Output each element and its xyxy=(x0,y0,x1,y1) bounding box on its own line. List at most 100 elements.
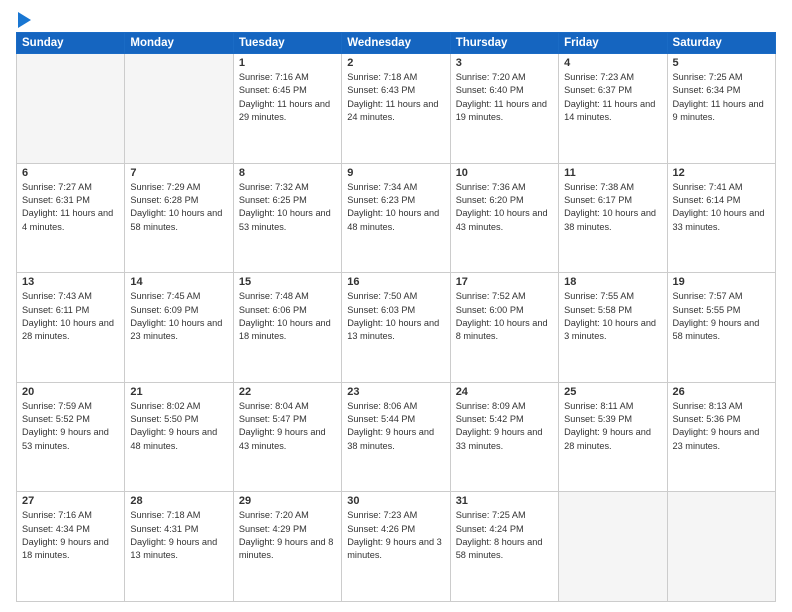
cell-info: Sunrise: 7:57 AM Sunset: 5:55 PM Dayligh… xyxy=(673,290,770,343)
cell-info: Sunrise: 7:50 AM Sunset: 6:03 PM Dayligh… xyxy=(347,290,444,343)
day-number: 30 xyxy=(347,495,444,507)
calendar-cell: 11 Sunrise: 7:38 AM Sunset: 6:17 PM Dayli… xyxy=(559,163,667,273)
day-header-wednesday: Wednesday xyxy=(342,33,450,54)
day-header-tuesday: Tuesday xyxy=(233,33,341,54)
calendar-cell xyxy=(667,492,775,602)
day-number: 1 xyxy=(239,57,336,69)
day-number: 17 xyxy=(456,276,553,288)
day-number: 31 xyxy=(456,495,553,507)
day-number: 7 xyxy=(130,167,227,179)
day-number: 18 xyxy=(564,276,661,288)
cell-info: Sunrise: 8:11 AM Sunset: 5:39 PM Dayligh… xyxy=(564,400,661,453)
day-header-saturday: Saturday xyxy=(667,33,775,54)
logo xyxy=(16,12,31,24)
calendar-cell: 1 Sunrise: 7:16 AM Sunset: 6:45 PM Daylig… xyxy=(233,54,341,164)
day-number: 3 xyxy=(456,57,553,69)
page: SundayMondayTuesdayWednesdayThursdayFrid… xyxy=(0,0,792,612)
cell-info: Sunrise: 7:18 AM Sunset: 4:31 PM Dayligh… xyxy=(130,509,227,562)
cell-info: Sunrise: 7:34 AM Sunset: 6:23 PM Dayligh… xyxy=(347,181,444,234)
day-number: 26 xyxy=(673,386,770,398)
calendar-cell xyxy=(559,492,667,602)
cell-info: Sunrise: 7:25 AM Sunset: 6:34 PM Dayligh… xyxy=(673,71,770,124)
cell-info: Sunrise: 8:02 AM Sunset: 5:50 PM Dayligh… xyxy=(130,400,227,453)
calendar-cell: 12 Sunrise: 7:41 AM Sunset: 6:14 PM Dayli… xyxy=(667,163,775,273)
calendar-cell: 2Sunrise: 7:18 AM Sunset: 6:43 PM Daylig… xyxy=(342,54,450,164)
calendar-cell: 13Sunrise: 7:43 AM Sunset: 6:11 PM Dayli… xyxy=(17,273,125,383)
calendar-cell: 7 Sunrise: 7:29 AM Sunset: 6:28 PM Daylig… xyxy=(125,163,233,273)
calendar-cell: 14 Sunrise: 7:45 AM Sunset: 6:09 PM Dayli… xyxy=(125,273,233,383)
cell-info: Sunrise: 7:29 AM Sunset: 6:28 PM Dayligh… xyxy=(130,181,227,234)
calendar-cell: 29 Sunrise: 7:20 AM Sunset: 4:29 PM Dayli… xyxy=(233,492,341,602)
day-number: 10 xyxy=(456,167,553,179)
day-number: 14 xyxy=(130,276,227,288)
day-header-sunday: Sunday xyxy=(17,33,125,54)
calendar-cell: 6Sunrise: 7:27 AM Sunset: 6:31 PM Daylig… xyxy=(17,163,125,273)
cell-info: Sunrise: 7:20 AM Sunset: 4:29 PM Dayligh… xyxy=(239,509,336,562)
day-header-thursday: Thursday xyxy=(450,33,558,54)
day-number: 22 xyxy=(239,386,336,398)
calendar-cell: 26 Sunrise: 8:13 AM Sunset: 5:36 PM Dayli… xyxy=(667,382,775,492)
day-number: 19 xyxy=(673,276,770,288)
day-header-monday: Monday xyxy=(125,33,233,54)
cell-info: Sunrise: 8:06 AM Sunset: 5:44 PM Dayligh… xyxy=(347,400,444,453)
day-number: 16 xyxy=(347,276,444,288)
cell-info: Sunrise: 7:59 AM Sunset: 5:52 PM Dayligh… xyxy=(22,400,119,453)
cell-info: Sunrise: 7:20 AM Sunset: 6:40 PM Dayligh… xyxy=(456,71,553,124)
cell-info: Sunrise: 7:27 AM Sunset: 6:31 PM Dayligh… xyxy=(22,181,119,234)
calendar-cell: 20Sunrise: 7:59 AM Sunset: 5:52 PM Dayli… xyxy=(17,382,125,492)
calendar-cell: 22 Sunrise: 8:04 AM Sunset: 5:47 PM Dayli… xyxy=(233,382,341,492)
day-number: 28 xyxy=(130,495,227,507)
day-number: 8 xyxy=(239,167,336,179)
cell-info: Sunrise: 8:09 AM Sunset: 5:42 PM Dayligh… xyxy=(456,400,553,453)
day-number: 24 xyxy=(456,386,553,398)
day-number: 29 xyxy=(239,495,336,507)
day-number: 9 xyxy=(347,167,444,179)
calendar-cell: 18Sunrise: 7:55 AM Sunset: 5:58 PM Dayli… xyxy=(559,273,667,383)
calendar-cell: 23 Sunrise: 8:06 AM Sunset: 5:44 PM Dayli… xyxy=(342,382,450,492)
day-number: 13 xyxy=(22,276,119,288)
cell-info: Sunrise: 7:25 AM Sunset: 4:24 PM Dayligh… xyxy=(456,509,553,562)
day-number: 27 xyxy=(22,495,119,507)
calendar-cell: 8 Sunrise: 7:32 AM Sunset: 6:25 PM Daylig… xyxy=(233,163,341,273)
cell-info: Sunrise: 7:52 AM Sunset: 6:00 PM Dayligh… xyxy=(456,290,553,343)
cell-info: Sunrise: 7:23 AM Sunset: 4:26 PM Dayligh… xyxy=(347,509,444,562)
week-row-3: 13Sunrise: 7:43 AM Sunset: 6:11 PM Dayli… xyxy=(17,273,776,383)
day-number: 25 xyxy=(564,386,661,398)
week-row-5: 27Sunrise: 7:16 AM Sunset: 4:34 PM Dayli… xyxy=(17,492,776,602)
day-number: 12 xyxy=(673,167,770,179)
day-number: 5 xyxy=(673,57,770,69)
cell-info: Sunrise: 7:32 AM Sunset: 6:25 PM Dayligh… xyxy=(239,181,336,234)
calendar-cell: 3 Sunrise: 7:20 AM Sunset: 6:40 PM Daylig… xyxy=(450,54,558,164)
calendar-cell: 5 Sunrise: 7:25 AM Sunset: 6:34 PM Daylig… xyxy=(667,54,775,164)
calendar-cell: 25 Sunrise: 8:11 AM Sunset: 5:39 PM Dayli… xyxy=(559,382,667,492)
day-number: 4 xyxy=(564,57,661,69)
cell-info: Sunrise: 8:04 AM Sunset: 5:47 PM Dayligh… xyxy=(239,400,336,453)
day-number: 11 xyxy=(564,167,661,179)
day-number: 15 xyxy=(239,276,336,288)
calendar-header-row: SundayMondayTuesdayWednesdayThursdayFrid… xyxy=(17,33,776,54)
cell-info: Sunrise: 7:45 AM Sunset: 6:09 PM Dayligh… xyxy=(130,290,227,343)
calendar-cell: 24 Sunrise: 8:09 AM Sunset: 5:42 PM Dayli… xyxy=(450,382,558,492)
day-number: 23 xyxy=(347,386,444,398)
cell-info: Sunrise: 7:23 AM Sunset: 6:37 PM Dayligh… xyxy=(564,71,661,124)
week-row-2: 6Sunrise: 7:27 AM Sunset: 6:31 PM Daylig… xyxy=(17,163,776,273)
logo-arrow-icon xyxy=(18,12,31,28)
calendar-cell: 4 Sunrise: 7:23 AM Sunset: 6:37 PM Daylig… xyxy=(559,54,667,164)
calendar-cell: 31 Sunrise: 7:25 AM Sunset: 4:24 PM Dayli… xyxy=(450,492,558,602)
cell-info: Sunrise: 7:48 AM Sunset: 6:06 PM Dayligh… xyxy=(239,290,336,343)
cell-info: Sunrise: 7:16 AM Sunset: 6:45 PM Dayligh… xyxy=(239,71,336,124)
week-row-4: 20Sunrise: 7:59 AM Sunset: 5:52 PM Dayli… xyxy=(17,382,776,492)
calendar-cell: 28 Sunrise: 7:18 AM Sunset: 4:31 PM Dayli… xyxy=(125,492,233,602)
day-header-friday: Friday xyxy=(559,33,667,54)
cell-info: Sunrise: 8:13 AM Sunset: 5:36 PM Dayligh… xyxy=(673,400,770,453)
day-number: 2 xyxy=(347,57,444,69)
calendar-cell: 27Sunrise: 7:16 AM Sunset: 4:34 PM Dayli… xyxy=(17,492,125,602)
calendar-cell: 10 Sunrise: 7:36 AM Sunset: 6:20 PM Dayli… xyxy=(450,163,558,273)
cell-info: Sunrise: 7:41 AM Sunset: 6:14 PM Dayligh… xyxy=(673,181,770,234)
cell-info: Sunrise: 7:38 AM Sunset: 6:17 PM Dayligh… xyxy=(564,181,661,234)
calendar-cell xyxy=(17,54,125,164)
calendar-cell: 9 Sunrise: 7:34 AM Sunset: 6:23 PM Daylig… xyxy=(342,163,450,273)
cell-info: Sunrise: 7:36 AM Sunset: 6:20 PM Dayligh… xyxy=(456,181,553,234)
calendar-cell: 19 Sunrise: 7:57 AM Sunset: 5:55 PM Dayli… xyxy=(667,273,775,383)
calendar-cell: 30 Sunrise: 7:23 AM Sunset: 4:26 PM Dayli… xyxy=(342,492,450,602)
